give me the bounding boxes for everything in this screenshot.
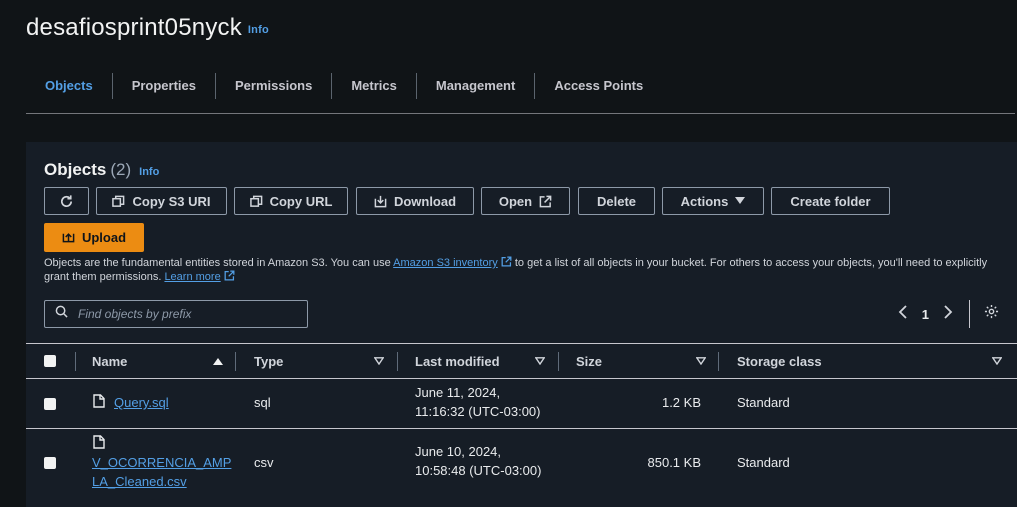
table-row: Query.sql sql June 11, 2024, 11:16:32 (U… [26, 379, 1017, 429]
column-divider [235, 352, 236, 371]
copy-url-label: Copy URL [269, 193, 333, 209]
copy-url-button[interactable]: Copy URL [234, 187, 348, 215]
refresh-button[interactable] [44, 187, 89, 215]
tab-permissions[interactable]: Permissions [216, 72, 331, 100]
create-folder-label: Create folder [790, 193, 871, 209]
column-divider [75, 352, 76, 371]
learn-more-link[interactable]: Learn more [164, 271, 220, 283]
object-modified: June 10, 2024, 10:58:48 (UTC-03:00) [415, 442, 541, 480]
upload-button[interactable]: Upload [44, 223, 144, 252]
object-size: 1.2 KB [661, 395, 701, 410]
object-name-line: V_OCORRENCIA_AMP [92, 455, 232, 470]
objects-heading: Objects (2) Info [44, 160, 159, 180]
upload-icon [62, 230, 75, 246]
description-text: Objects are the fundamental entities sto… [44, 257, 394, 269]
tab-management[interactable]: Management [417, 72, 534, 100]
tab-properties[interactable]: Properties [113, 72, 215, 100]
column-type[interactable]: Type [254, 344, 283, 378]
file-icon [93, 394, 105, 413]
sort-toggle-icon[interactable] [374, 344, 384, 378]
select-all-checkbox[interactable] [44, 344, 56, 378]
object-name-link[interactable]: Query.sql [114, 393, 169, 412]
copy-s3-uri-button[interactable]: Copy S3 URI [96, 187, 227, 215]
download-label: Download [393, 193, 457, 209]
modified-time: 10:58:48 (UTC-03:00) [415, 463, 542, 478]
sort-ascending-icon[interactable] [213, 344, 223, 378]
open-label: Open [498, 193, 533, 209]
download-icon [374, 195, 387, 208]
copy-icon [112, 195, 125, 208]
modified-time: 11:16:32 (UTC-03:00) [415, 404, 541, 419]
object-type: csv [254, 455, 274, 470]
s3-inventory-link[interactable]: Amazon S3 inventory [393, 257, 498, 269]
external-link-icon [224, 270, 235, 283]
prev-page-icon[interactable] [898, 304, 908, 324]
upload-label: Upload [81, 230, 127, 245]
objects-info-link[interactable]: Info [139, 166, 159, 178]
bucket-info-link[interactable]: Info [248, 24, 269, 36]
pagination: 1 [898, 300, 999, 328]
caret-down-icon [735, 197, 746, 205]
object-storage-class: Standard [737, 455, 790, 470]
object-name-line: LA_Cleaned.csv [92, 474, 187, 489]
external-link-icon [539, 195, 552, 208]
table-header: Name Type Last modified Size Storage cla… [26, 343, 1017, 379]
sort-toggle-icon[interactable] [992, 344, 1002, 378]
row-checkbox[interactable] [44, 457, 56, 469]
actions-label: Actions [680, 193, 729, 209]
object-type: sql [254, 395, 271, 410]
bucket-name: desafiosprint05nyck [26, 14, 242, 41]
object-modified: June 11, 2024, 11:16:32 (UTC-03:00) [415, 383, 541, 421]
actions-dropdown[interactable]: Actions [662, 187, 764, 215]
tab-access-points[interactable]: Access Points [535, 72, 662, 100]
tabs-underline [26, 113, 1015, 114]
column-divider [397, 352, 398, 371]
column-name[interactable]: Name [92, 344, 127, 378]
objects-panel: Objects (2) Info Copy S3 URI Copy URL Down… [26, 142, 1017, 507]
next-page-icon[interactable] [943, 304, 953, 324]
open-button[interactable]: Open [481, 187, 570, 215]
refresh-icon [59, 194, 74, 209]
column-divider [718, 352, 719, 371]
object-size: 850.1 KB [647, 455, 702, 470]
sort-toggle-icon[interactable] [696, 344, 706, 378]
bucket-title: desafiosprint05nyck Info [26, 14, 269, 42]
pager-divider [969, 300, 970, 328]
create-folder-button[interactable]: Create folder [771, 187, 890, 215]
objects-title: Objects [44, 160, 107, 179]
delete-button[interactable]: Delete [578, 187, 655, 215]
current-page[interactable]: 1 [922, 307, 929, 322]
modified-date: June 10, 2024, [415, 444, 502, 459]
column-storage-class[interactable]: Storage class [737, 344, 822, 378]
column-size[interactable]: Size [576, 344, 602, 378]
file-icon [93, 435, 105, 454]
row-checkbox[interactable] [44, 398, 56, 410]
column-last-modified[interactable]: Last modified [415, 344, 500, 378]
modified-date: June 11, 2024, [415, 385, 501, 400]
search-icon [55, 305, 68, 323]
sort-toggle-icon[interactable] [535, 344, 545, 378]
download-button[interactable]: Download [356, 187, 474, 215]
objects-description: Objects are the fundamental entities sto… [44, 256, 1004, 284]
tab-bar: Objects Properties Permissions Metrics M… [26, 72, 662, 100]
objects-count: (2) [110, 160, 132, 179]
table-row: V_OCORRENCIA_AMP LA_Cleaned.csv csv June… [26, 429, 1017, 497]
column-divider [558, 352, 559, 371]
copy-s3-uri-label: Copy S3 URI [132, 193, 211, 209]
object-storage-class: Standard [737, 395, 790, 410]
object-name-link[interactable]: V_OCORRENCIA_AMP LA_Cleaned.csv [92, 453, 231, 491]
copy-icon [249, 195, 263, 208]
delete-label: Delete [596, 193, 637, 209]
tab-metrics[interactable]: Metrics [332, 72, 416, 100]
tab-objects[interactable]: Objects [26, 72, 112, 100]
gear-icon[interactable] [984, 304, 999, 324]
search-input[interactable] [76, 306, 300, 322]
external-link-icon [501, 256, 512, 269]
search-box [44, 300, 308, 328]
